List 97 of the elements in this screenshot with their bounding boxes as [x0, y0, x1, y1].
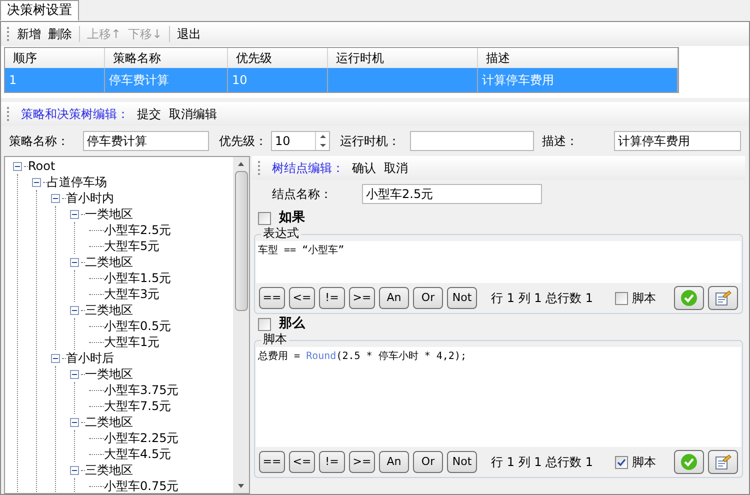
operator-button[interactable]: Or: [413, 451, 443, 473]
tree-item[interactable]: 小型车2.25元: [104, 430, 179, 446]
function-name: Round: [306, 351, 336, 362]
confirm-button[interactable]: [674, 450, 704, 474]
node-name-field[interactable]: 小型车2.5元: [362, 184, 542, 204]
section-label: 如果: [279, 209, 305, 227]
tree-item[interactable]: 大型车5元: [104, 238, 160, 254]
operator-button[interactable]: !=: [319, 287, 345, 309]
tab[interactable]: 决策树设置: [0, 0, 79, 21]
table-cell: 计算停车费用: [478, 68, 678, 92]
collapse-icon[interactable]: [70, 210, 79, 218]
group-label: 表达式: [261, 226, 301, 240]
tree-item[interactable]: 大型车1元: [104, 334, 160, 350]
table-cell: 1: [5, 68, 105, 92]
name-field[interactable]: 停车费计算: [83, 131, 209, 151]
operator-button[interactable]: ==: [259, 451, 285, 473]
tree-item[interactable]: 大型车7.5元: [104, 398, 172, 414]
check-icon: [680, 453, 698, 471]
tree-item[interactable]: 三类地区: [85, 462, 133, 478]
tree-item[interactable]: 大型车4.5元: [104, 446, 172, 462]
cursor-status: 行 1 列 1 总行数 1: [491, 290, 593, 307]
field-label: 描述：: [542, 133, 579, 150]
operator-button[interactable]: <=: [289, 287, 315, 309]
tree-item[interactable]: 小型车0.75元: [104, 478, 179, 493]
confirm-button[interactable]: [674, 286, 704, 310]
collapse-icon[interactable]: [70, 258, 79, 266]
scrollbar[interactable]: [233, 157, 249, 493]
tree-item[interactable]: Root: [28, 158, 56, 174]
collapse-icon[interactable]: [70, 370, 79, 378]
operator-button[interactable]: Or: [413, 287, 443, 309]
code-editor[interactable]: 总费用 = Round(2.5 * 停车小时 * 4,2);: [256, 347, 741, 447]
collapse-icon[interactable]: [51, 194, 60, 202]
spinner-arrows-icon[interactable]: [315, 132, 329, 150]
operator-button[interactable]: An: [379, 287, 409, 309]
checkbox[interactable]: [258, 318, 271, 330]
tree-item[interactable]: 首小时后: [66, 350, 114, 366]
toolbar-button[interactable]: 取消: [384, 159, 408, 177]
field-label: 结点名称：: [272, 186, 333, 203]
field-label: 运行时机：: [340, 133, 401, 150]
tree-item[interactable]: 小型车0.5元: [104, 318, 172, 334]
collapse-icon[interactable]: [51, 354, 60, 362]
collapse-icon[interactable]: [70, 306, 79, 314]
toolbar-title: 策略和决策树编辑：: [21, 106, 129, 123]
checkbox-label: 脚本: [632, 290, 656, 307]
field-label: 优先级：: [219, 133, 268, 150]
edit-button[interactable]: [708, 450, 738, 474]
operator-button[interactable]: Not: [447, 287, 477, 309]
cursor-status: 行 1 列 1 总行数 1: [491, 454, 593, 471]
tree-item[interactable]: 二类地区: [85, 254, 133, 270]
checkbox-label: 脚本: [632, 454, 656, 471]
notepad-pencil-icon: [714, 454, 732, 470]
collapse-icon[interactable]: [32, 178, 41, 186]
operator-button[interactable]: ==: [259, 287, 285, 309]
tree-item[interactable]: 小型车2.5元: [104, 222, 172, 238]
field-label: 策略名称：: [9, 133, 70, 150]
checkbox[interactable]: [615, 292, 628, 304]
checkbox[interactable]: [615, 456, 628, 468]
operator-button[interactable]: >=: [349, 287, 375, 309]
tree-item[interactable]: 三类地区: [85, 302, 133, 318]
code-editor[interactable]: 车型 == “小型车”: [256, 241, 741, 283]
priority-spinner[interactable]: 10: [271, 131, 330, 151]
checkbox[interactable]: [258, 212, 271, 224]
tree-item[interactable]: 一类地区: [85, 206, 133, 222]
operator-button[interactable]: >=: [349, 451, 375, 473]
notepad-pencil-icon: [714, 290, 732, 306]
toolbar-button[interactable]: 取消编辑: [169, 105, 217, 123]
code-text: 车型 == “小型车”: [258, 245, 344, 256]
tree-item[interactable]: 占道停车场: [47, 174, 107, 190]
operator-button[interactable]: Not: [447, 451, 477, 473]
tree-item[interactable]: 一类地区: [85, 366, 133, 382]
timing-field[interactable]: [410, 131, 534, 151]
group-label: 脚本: [261, 332, 289, 346]
tree-item[interactable]: 首小时内: [66, 190, 114, 206]
code-text: (2.5 * 停车小时 * 4,2);: [336, 351, 466, 362]
description-field[interactable]: 计算停车费用: [614, 131, 741, 151]
section-label: 那么: [279, 315, 305, 333]
toolbar-button[interactable]: 删除: [45, 25, 75, 43]
tree-item[interactable]: 大型车3元: [104, 286, 160, 302]
operator-button[interactable]: An: [379, 451, 409, 473]
toolbar-button[interactable]: 确认: [352, 159, 376, 177]
table-cell: 10: [228, 68, 328, 92]
tree-item[interactable]: 二类地区: [85, 414, 133, 430]
check-icon: [680, 289, 698, 307]
collapse-icon[interactable]: [70, 418, 79, 426]
code-text: 总费用 =: [258, 351, 302, 362]
operator-button[interactable]: !=: [319, 451, 345, 473]
toolbar-button[interactable]: 新增: [14, 25, 44, 43]
table-cell: 停车费计算: [105, 68, 228, 92]
operator-button[interactable]: <=: [289, 451, 315, 473]
toolbar-title: 树结点编辑：: [272, 160, 344, 177]
collapse-icon[interactable]: [13, 162, 22, 170]
edit-button[interactable]: [708, 286, 738, 310]
collapse-icon[interactable]: [70, 466, 79, 474]
tree-item[interactable]: 小型车1.5元: [104, 270, 172, 286]
toolbar-button[interactable]: 提交: [137, 105, 161, 123]
toolbar-button[interactable]: 退出: [174, 25, 204, 43]
tree-item[interactable]: 小型车3.75元: [104, 382, 179, 398]
